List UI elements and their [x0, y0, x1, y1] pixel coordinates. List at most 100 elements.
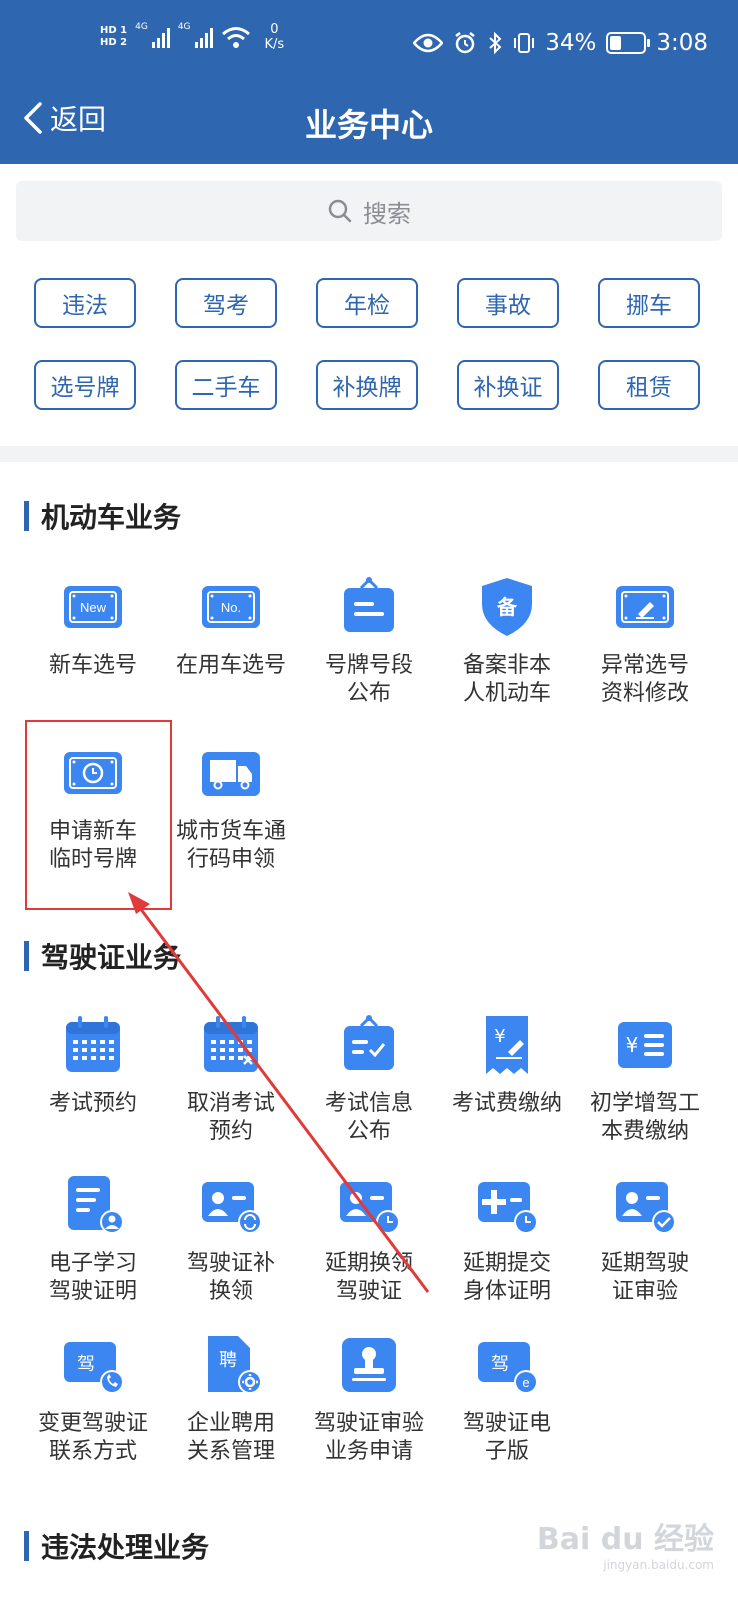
section-title-vehicle: 机动车业务 [24, 496, 181, 536]
service-item[interactable]: New 新车选号 [24, 574, 162, 708]
service-label: 备案非本 人机动车 [462, 653, 551, 706]
service-label: 变更驾驶证 联系方式 [37, 1411, 148, 1464]
section-title-license: 驾驶证业务 [24, 936, 181, 976]
service-label: 延期驾驶 证审验 [600, 1251, 689, 1304]
network-label-2: 4G [177, 22, 191, 32]
service-label: 考试预约 [48, 1091, 137, 1116]
app-header: HD 1 HD 2 4G 4G 0 K/s 34% 3:08 返回 业务中心 [0, 0, 738, 164]
fee-receipt-icon: ¥ [474, 1012, 540, 1078]
notice-board-icon [336, 574, 402, 640]
service-item[interactable]: 异常选号 资料修改 [576, 574, 714, 708]
quick-tag[interactable]: 挪车 [598, 278, 700, 328]
quick-tag[interactable]: 补换牌 [316, 360, 418, 410]
svg-text:New: New [80, 600, 107, 615]
service-item[interactable]: 考试信息 公布 [300, 1012, 438, 1146]
fee-list-icon: ¥ [612, 1012, 678, 1078]
battery-fill [610, 36, 622, 50]
status-bar: HD 1 HD 2 4G 4G 0 K/s 34% 3:08 [0, 0, 738, 92]
service-item[interactable]: 城市货车通 行码申领 [162, 740, 300, 874]
service-item[interactable]: 驾变更驾驶证 联系方式 [24, 1332, 162, 1466]
service-item[interactable]: 驾 e 驾驶证电 子版 [438, 1332, 576, 1466]
quick-tag[interactable]: 补换证 [457, 360, 559, 410]
service-label: 号牌号段 公布 [324, 653, 413, 706]
service-item[interactable]: 备备案非本 人机动车 [438, 574, 576, 708]
svg-text:备: 备 [496, 595, 518, 619]
service-item[interactable]: 考试预约 [24, 1012, 162, 1146]
quick-tag[interactable]: 事故 [457, 278, 559, 328]
search-bar[interactable]: 搜索 [16, 181, 722, 241]
signal-1-icon [151, 26, 170, 48]
employ-gear-icon: 聘 [198, 1332, 264, 1398]
svg-text:e: e [522, 1375, 529, 1390]
calendar-cancel-icon [198, 1012, 264, 1078]
battery-percent: 34% [545, 30, 597, 56]
quick-tag[interactable]: 年检 [316, 278, 418, 328]
svg-text:驾: 驾 [77, 1354, 95, 1375]
quick-tag[interactable]: 驾考 [175, 278, 277, 328]
battery-icon [606, 32, 651, 54]
no-plate-icon: No. [198, 574, 264, 640]
service-label: 新车选号 [48, 653, 137, 678]
service-label: 电子学习 驾驶证明 [48, 1251, 137, 1304]
quick-tag[interactable]: 二手车 [175, 360, 277, 410]
service-item[interactable]: No. 在用车选号 [162, 574, 300, 708]
wifi-icon [221, 27, 250, 48]
service-label: 驾驶证电 子版 [462, 1411, 551, 1464]
hd1-badge: HD 1 [100, 25, 128, 36]
service-item[interactable]: 延期提交 身体证明 [438, 1172, 576, 1306]
clock: 3:08 [656, 30, 708, 56]
truck-icon [198, 740, 264, 806]
status-left: HD 1 HD 2 4G 4G 0 K/s [100, 22, 284, 52]
service-label: 取消考试 预约 [186, 1091, 275, 1144]
watermark: Bai du 经验 jingyan.baidu.com [537, 1514, 714, 1572]
eye-icon [413, 33, 444, 53]
service-item[interactable]: 号牌号段 公布 [300, 574, 438, 708]
net-speed-value: 0 [270, 22, 279, 37]
nav-bar: 返回 业务中心 [0, 92, 738, 164]
shield-icon: 备 [474, 574, 540, 640]
net-speed-unit: K/s [264, 37, 285, 52]
service-label: 驾驶证补 换领 [186, 1251, 275, 1304]
page-title: 业务中心 [304, 106, 433, 144]
service-item[interactable]: 延期驾驶 证审验 [576, 1172, 714, 1306]
alarm-icon [455, 32, 475, 54]
quick-tag[interactable]: 违法 [34, 278, 136, 328]
network-label-1: 4G [135, 22, 148, 32]
service-label: 考试信息 公布 [324, 1091, 413, 1144]
svg-text:No.: No. [221, 600, 241, 615]
service-label: 初学增驾工 本费缴纳 [589, 1091, 700, 1144]
license-services-grid: 考试预约 取消考试 预约 考试信息 公布 ¥ 考试费缴纳 ¥ 初学增驾工 本费缴纳电子学习 … [24, 1012, 714, 1466]
search-icon [328, 199, 352, 223]
service-item[interactable]: 取消考试 预约 [162, 1012, 300, 1146]
service-item[interactable]: 驾驶证审验 业务申请 [300, 1332, 438, 1466]
service-label: 异常选号 资料修改 [600, 653, 689, 706]
signal-2-icon [194, 26, 213, 48]
plate-edit-icon [612, 574, 678, 640]
section-title-license-text: 驾驶证业务 [41, 941, 182, 974]
svg-text:驾: 驾 [491, 1354, 509, 1375]
service-item[interactable]: ¥ 考试费缴纳 [438, 1012, 576, 1146]
new-plate-icon: New [60, 574, 126, 640]
svg-text:¥: ¥ [494, 1026, 505, 1047]
quick-tags: 违法 驾考 年检 事故 挪车选号牌 二手车 补换牌 补换证 租赁 [34, 278, 704, 410]
service-item[interactable]: ¥ 初学增驾工 本费缴纳 [576, 1012, 714, 1146]
section-title-violation-text: 违法处理业务 [41, 1531, 210, 1564]
svg-text:¥: ¥ [626, 1033, 639, 1057]
service-item[interactable]: 驾驶证补 换领 [162, 1172, 300, 1306]
document-user-icon [60, 1172, 126, 1238]
calendar-icon [60, 1012, 126, 1078]
svg-text:聘: 聘 [219, 1350, 237, 1371]
service-label: 考试费缴纳 [451, 1091, 562, 1116]
service-label: 城市货车通 行码申领 [175, 819, 286, 872]
service-item[interactable]: 电子学习 驾驶证明 [24, 1172, 162, 1306]
hd2-badge: HD 2 [100, 37, 128, 48]
stamp-icon [336, 1332, 402, 1398]
service-item[interactable]: 延期换领 驾驶证 [300, 1172, 438, 1306]
service-label: 延期换领 驾驶证 [324, 1251, 413, 1304]
card-phone-icon: 驾 [60, 1332, 126, 1398]
id-clock-icon [336, 1172, 402, 1238]
service-item[interactable]: 聘企业聘用 关系管理 [162, 1332, 300, 1466]
hd-badges: HD 1 HD 2 [100, 25, 127, 49]
quick-tag[interactable]: 租赁 [598, 360, 700, 410]
quick-tag[interactable]: 选号牌 [34, 360, 136, 410]
